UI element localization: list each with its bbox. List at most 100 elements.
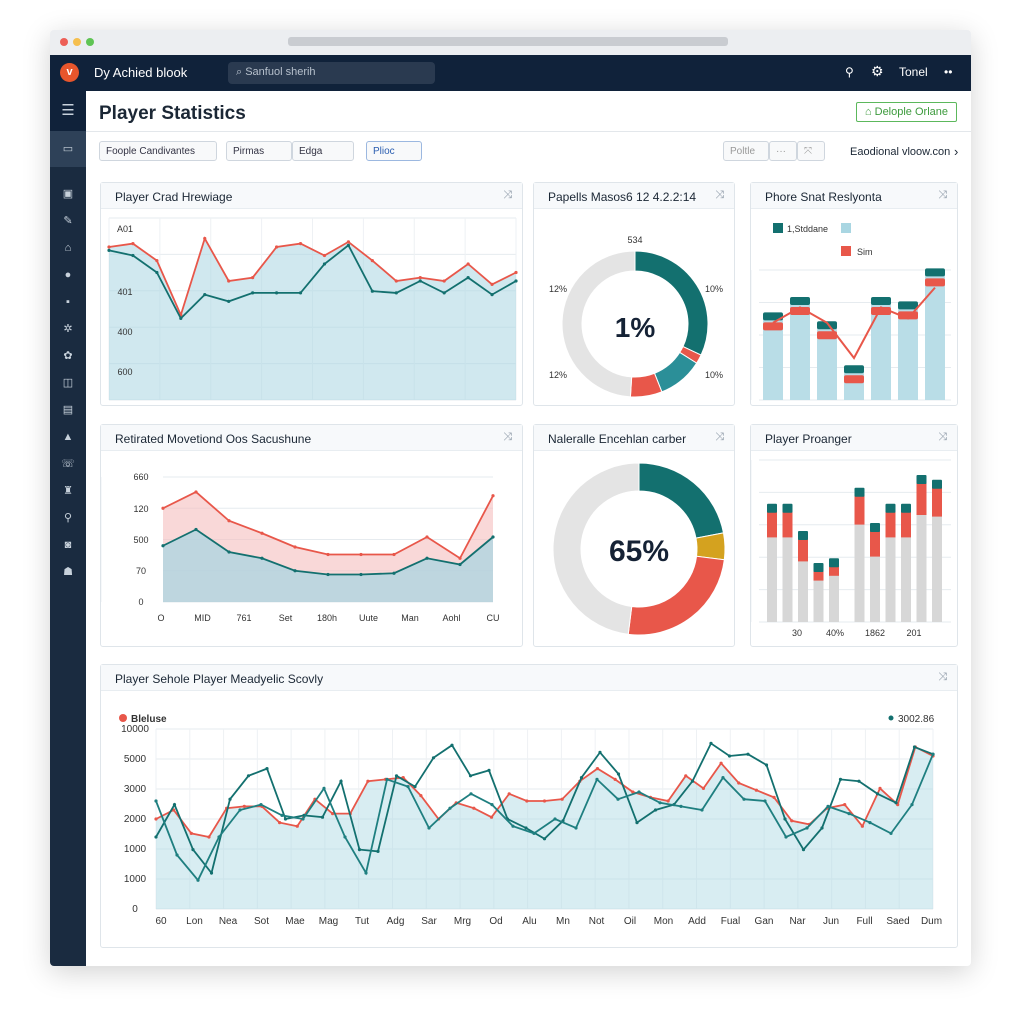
expand-icon[interactable]: ⤨ [938,431,947,444]
data-point [666,799,670,803]
url-bar[interactable] [288,37,728,46]
more-icon[interactable]: •• [944,65,952,79]
filter-chip-place[interactable]: Plioc [366,141,422,161]
user-icon[interactable]: ⚲ [845,65,854,79]
user-name[interactable]: Tonel [899,65,928,79]
data-point [490,282,494,286]
x-tick-label: CU [487,613,500,623]
x-tick-label: 1862 [865,628,885,638]
maximize-dot[interactable] [86,38,94,46]
expand-icon[interactable]: ⤨ [715,431,724,444]
data-point [242,804,246,808]
data-point [635,821,639,825]
expand-button[interactable]: ⤧ [797,141,825,161]
gear-icon[interactable]: ⚙ [871,63,884,80]
data-point [274,291,279,295]
x-tick-label: MID [194,613,211,623]
profile-button[interactable]: Poltle [723,141,769,161]
team-icon[interactable]: ✿ [50,343,86,370]
data-point [392,571,396,575]
data-point [343,835,347,839]
data-point [868,821,872,825]
x-tick-label: O [157,613,164,623]
filter-chip-players[interactable]: Pirmas [226,141,292,161]
data-point [653,808,658,812]
pen-icon[interactable]: ✎ [50,208,86,235]
y-tick-label: 500 [133,535,148,545]
donut-slice [638,462,725,539]
status-button[interactable]: ⌂ Delople Orlane [855,102,957,122]
bar-segment [932,487,942,517]
data-point [431,756,436,760]
home-icon[interactable]: ⌂ [50,235,86,262]
y-tick-label: 1000 [124,874,147,885]
y-tick-label: 660 [133,472,148,482]
data-point [754,788,759,792]
phone-icon[interactable]: ☏ [50,451,86,478]
settings-icon[interactable]: ◙ [50,532,86,559]
folder-icon[interactable]: ▪ [50,289,86,316]
user-icon[interactable]: ☗ [50,559,86,586]
expand-icon[interactable]: ⤨ [503,431,512,444]
bar-cap [925,268,945,277]
bar [898,305,918,400]
data-point [425,535,429,539]
chevron-right-icon[interactable]: › [954,144,958,159]
expand-icon[interactable]: ⤨ [938,189,947,202]
x-tick-label: Tut [355,916,369,927]
legend-label: Sim [857,247,873,257]
data-point [553,817,557,821]
data-point [131,253,135,258]
y-tick-label: 120 [133,504,148,514]
legend-label: 1,Stddane [787,224,828,234]
data-point [595,767,600,771]
card-icon[interactable]: ▤ [50,397,86,424]
x-tick-label: Mag [319,916,338,927]
data-point [491,494,495,498]
data-point [154,835,158,839]
minimize-dot[interactable] [73,38,81,46]
data-point [472,806,476,810]
dashboard-icon[interactable]: ▭ [50,131,86,167]
donut-label: 12% [549,370,567,380]
data-point [326,572,330,577]
external-link[interactable]: Eaodional vloow.con [850,146,950,158]
data-point [227,550,231,554]
card-title: Player Sehole Player Meadyelic Scovly [101,665,957,691]
y-tick-label: 0 [132,904,138,915]
expand-icon[interactable]: ⤨ [715,189,724,202]
expand-icon[interactable]: ⤨ [938,671,947,684]
close-dot[interactable] [60,38,68,46]
card-title: Phore Snat Reslyonta [751,183,957,209]
x-tick-label: Man [401,613,419,623]
donut-label: 12% [549,284,567,294]
y-tick-label: 10000 [121,724,149,735]
y-tick-label: 3000 [124,784,147,795]
circle-icon[interactable]: ● [50,262,86,289]
data-point [616,772,621,776]
data-point [161,544,165,548]
expand-icon[interactable]: ⤨ [503,189,512,202]
gear-icon[interactable]: ✲ [50,316,86,343]
data-point [727,754,732,758]
data-point [179,316,183,320]
layout-icon[interactable]: ◫ [50,370,86,397]
calendar-icon[interactable]: ▣ [50,181,86,208]
more-button[interactable]: ··· [769,141,797,161]
data-point [742,797,746,801]
data-point [613,777,617,781]
trophy-icon[interactable]: ♜ [50,478,86,505]
filter-chip-edge[interactable]: Edga [292,141,354,161]
y-tick-label: 2000 [124,814,147,825]
series-area [156,747,933,909]
filter-chip-candidates[interactable]: Foople Candivantes [99,141,217,161]
data-point [490,293,494,297]
location-icon[interactable]: ⚲ [50,505,86,532]
data-point [295,824,299,828]
bell-icon[interactable]: ▲ [50,424,86,451]
menu-icon[interactable]: ☰ [50,91,86,131]
search-input[interactable]: ⌕ Sanfuol sherih [228,62,435,84]
donut-label: 10% [705,284,723,294]
bar-segment [916,483,927,515]
data-point [207,835,211,839]
